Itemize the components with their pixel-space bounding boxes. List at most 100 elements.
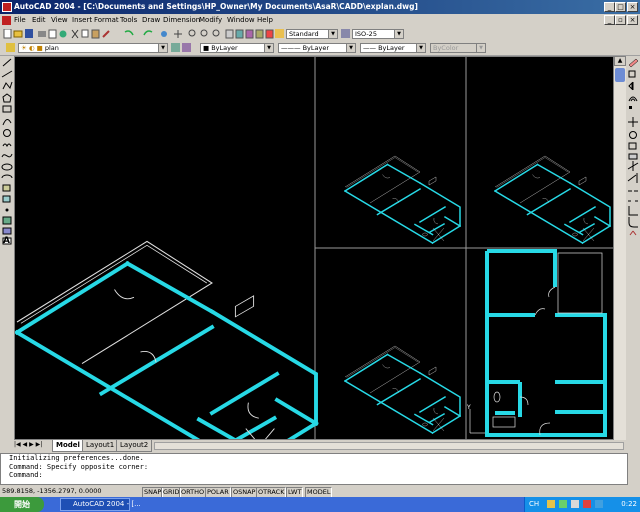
floor-plan-viewports: Y bbox=[15, 57, 613, 470]
polygon-icon bbox=[2, 93, 12, 103]
revision-cloud-icon bbox=[2, 143, 12, 148]
viewport-bottom-left-plan bbox=[344, 345, 461, 434]
start-button[interactable]: 開始 bbox=[0, 497, 44, 512]
viewport-top-right-plan bbox=[494, 155, 611, 244]
preview-icon bbox=[48, 29, 57, 39]
close-button[interactable]: × bbox=[627, 2, 638, 12]
menu-window[interactable]: Window bbox=[227, 16, 255, 24]
line-icon bbox=[2, 58, 12, 67]
dim-style-icon bbox=[341, 29, 350, 38]
document-icon[interactable] bbox=[2, 16, 11, 25]
menu-format[interactable]: Format bbox=[94, 16, 119, 24]
layers-toolbar: ☀ ◐ ■ plan ▼ ■ ByLayer ▼ ——— ByLayer ▼ —— B… bbox=[0, 41, 640, 56]
lineweight-select[interactable]: —— ByLayer ▼ bbox=[360, 43, 426, 53]
copy-clip-icon bbox=[81, 29, 89, 38]
taskbar: 開始 AutoCAD 2004 - [... CH 0:22 bbox=[0, 497, 640, 512]
tray-app-icon[interactable] bbox=[595, 500, 603, 508]
menu-modify[interactable]: Modify bbox=[199, 16, 222, 24]
pan-icon bbox=[174, 30, 182, 38]
title-bar: AutoCAD 2004 - [C:\Documents and Setting… bbox=[0, 0, 640, 14]
open-icon bbox=[13, 30, 23, 38]
dbconnect-icon bbox=[255, 29, 264, 39]
layer-previous-icon[interactable] bbox=[182, 43, 191, 52]
coordinate-readout: 589.8158, -1356.2797, 0.0000 bbox=[2, 487, 102, 495]
tab-model[interactable]: Model bbox=[52, 440, 84, 452]
chamfer-icon bbox=[628, 206, 638, 216]
menu-edit[interactable]: Edit bbox=[32, 16, 46, 24]
horizontal-scrollbar[interactable] bbox=[154, 442, 624, 450]
tab-layout2[interactable]: Layout2 bbox=[116, 440, 153, 452]
publish-icon bbox=[59, 30, 67, 38]
redo-icon bbox=[143, 30, 153, 36]
ellipse-icon bbox=[1, 163, 13, 171]
viewport-plan-view bbox=[485, 249, 607, 437]
maximize-button[interactable]: □ bbox=[615, 2, 626, 12]
paste-icon bbox=[91, 29, 100, 39]
doc-minimize-button[interactable]: _ bbox=[604, 15, 615, 25]
menu-draw[interactable]: Draw bbox=[142, 16, 160, 24]
tab-layout1[interactable]: Layout1 bbox=[82, 440, 119, 452]
menu-help[interactable]: Help bbox=[257, 16, 273, 24]
copy-icon bbox=[628, 70, 636, 78]
array-icon bbox=[629, 106, 632, 109]
command-window[interactable]: Initializing preferences...done. Command… bbox=[0, 453, 628, 485]
network-icon[interactable] bbox=[559, 500, 567, 508]
make-block-icon bbox=[2, 195, 11, 203]
text-style-select[interactable]: Standard ▼ bbox=[286, 29, 338, 39]
system-tray: CH 0:22 bbox=[524, 497, 640, 512]
scroll-thumb[interactable] bbox=[615, 68, 625, 82]
menu-tools[interactable]: Tools bbox=[120, 16, 137, 24]
fillet-icon bbox=[628, 217, 638, 228]
trim-icon bbox=[627, 161, 639, 171]
multiline-text-icon[interactable]: A bbox=[3, 236, 10, 246]
zoom-previous-icon bbox=[212, 29, 220, 37]
rectangle-icon bbox=[2, 105, 12, 113]
menu-dimension[interactable]: Dimension bbox=[163, 16, 200, 24]
main-viewport-plan bbox=[15, 239, 318, 470]
extend-icon bbox=[627, 173, 638, 183]
plot-style-select[interactable]: ByColor ▼ bbox=[430, 43, 486, 53]
volume-icon[interactable] bbox=[571, 500, 579, 508]
command-history-line: Command: Specify opposite corner: bbox=[9, 462, 149, 471]
minimize-button[interactable]: _ bbox=[604, 2, 615, 12]
layer-select[interactable]: ☀ ◐ ■ plan ▼ bbox=[18, 43, 168, 53]
polyline-icon bbox=[2, 81, 13, 90]
security-icon[interactable] bbox=[583, 500, 591, 508]
erase-icon bbox=[628, 58, 639, 68]
markup-icon bbox=[265, 29, 274, 39]
plan-view-details bbox=[492, 252, 603, 436]
vertical-scrollbar[interactable]: ▲ bbox=[614, 56, 626, 440]
menu-file[interactable]: File bbox=[14, 16, 26, 24]
language-indicator[interactable]: CH bbox=[529, 500, 539, 508]
clock[interactable]: 0:22 bbox=[621, 500, 637, 508]
circle-icon bbox=[3, 129, 11, 137]
scale-icon bbox=[628, 142, 637, 150]
make-layer-current-icon[interactable] bbox=[171, 43, 180, 52]
match-properties-icon bbox=[102, 30, 110, 38]
layer-manager-icon[interactable] bbox=[6, 43, 15, 52]
color-select[interactable]: ■ ByLayer ▼ bbox=[200, 43, 274, 53]
dim-style-select[interactable]: ISO-25 ▼ bbox=[352, 29, 404, 39]
hatch-icon bbox=[2, 216, 12, 225]
zoom-window-icon bbox=[200, 29, 208, 37]
taskbar-app-button[interactable]: AutoCAD 2004 - [... bbox=[60, 498, 141, 511]
window-title: AutoCAD 2004 - [C:\Documents and Setting… bbox=[14, 2, 418, 11]
linetype-select[interactable]: ——— ByLayer ▼ bbox=[278, 43, 356, 53]
doc-close-button[interactable]: × bbox=[627, 15, 638, 25]
menu-insert[interactable]: Insert bbox=[72, 16, 92, 24]
command-scrollbar[interactable] bbox=[628, 453, 640, 485]
drawing-canvas[interactable]: Y bbox=[14, 56, 614, 470]
region-icon bbox=[2, 227, 12, 235]
tab-scroll-arrows[interactable]: |◀ ◀ ▶ ▶| bbox=[14, 441, 42, 448]
scroll-up-button[interactable]: ▲ bbox=[614, 56, 626, 66]
cut-icon bbox=[71, 29, 79, 39]
text-style-icon bbox=[275, 29, 284, 38]
ime-icon[interactable] bbox=[547, 500, 555, 508]
autocad-app-icon[interactable] bbox=[2, 2, 12, 12]
command-prompt[interactable]: Command: bbox=[9, 471, 627, 480]
insert-block-icon bbox=[2, 184, 11, 192]
draw-toolbar: A bbox=[0, 57, 14, 453]
design-center-icon bbox=[235, 29, 244, 39]
menu-view[interactable]: View bbox=[51, 16, 68, 24]
doc-restore-button[interactable]: ▫ bbox=[615, 15, 626, 25]
